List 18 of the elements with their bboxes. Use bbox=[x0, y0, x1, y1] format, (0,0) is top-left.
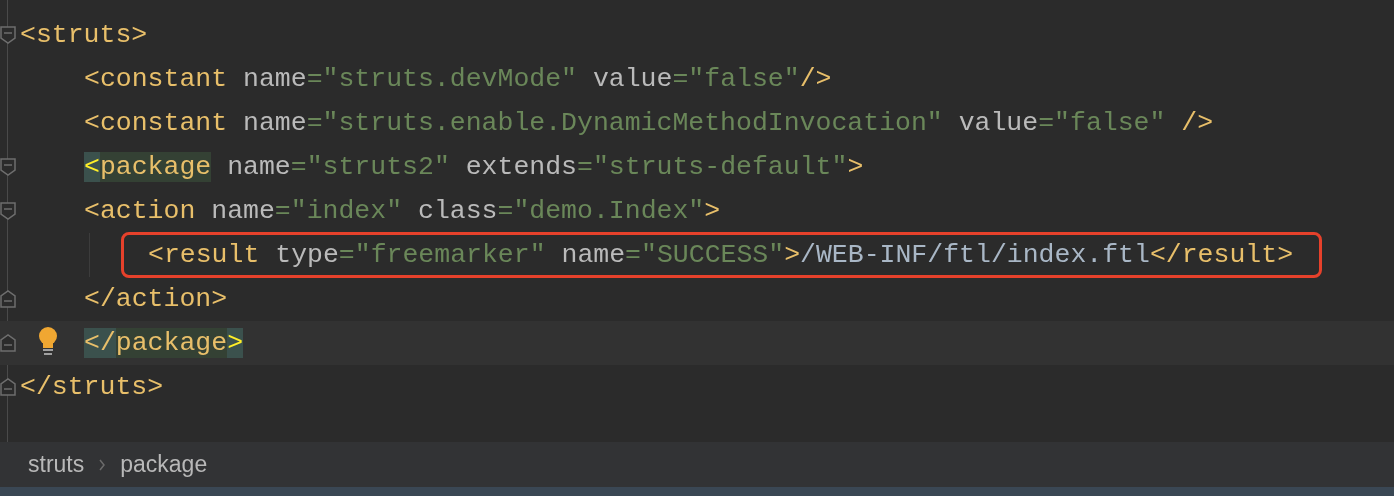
code-line: <action name="index" class="demo.Index"> bbox=[84, 195, 721, 228]
fold-marker-icon[interactable] bbox=[0, 378, 16, 396]
code-line: <struts> bbox=[20, 19, 148, 52]
code-line: <constant name="struts.devMode" value="false"/> bbox=[84, 63, 832, 96]
code-line: <constant name="struts.enable.DynamicMethodInvocation" value="false" /> bbox=[84, 107, 1214, 140]
fold-marker-icon[interactable] bbox=[0, 158, 16, 176]
code-line: </package> bbox=[84, 327, 244, 360]
fold-marker-icon[interactable] bbox=[0, 26, 16, 44]
code-line: </action> bbox=[84, 283, 228, 316]
chevron-icon bbox=[98, 457, 107, 472]
fold-marker-icon[interactable] bbox=[0, 334, 16, 352]
code-line: </struts> bbox=[20, 371, 164, 404]
fold-marker-icon[interactable] bbox=[0, 202, 16, 220]
breadcrumb-item[interactable]: package bbox=[120, 447, 208, 482]
breadcrumb-item[interactable]: struts bbox=[28, 447, 85, 482]
fold-marker-icon[interactable] bbox=[0, 290, 16, 308]
lightbulb-icon[interactable] bbox=[36, 327, 60, 355]
code-line: <package name="struts2" extends="struts-default"> bbox=[84, 151, 864, 184]
